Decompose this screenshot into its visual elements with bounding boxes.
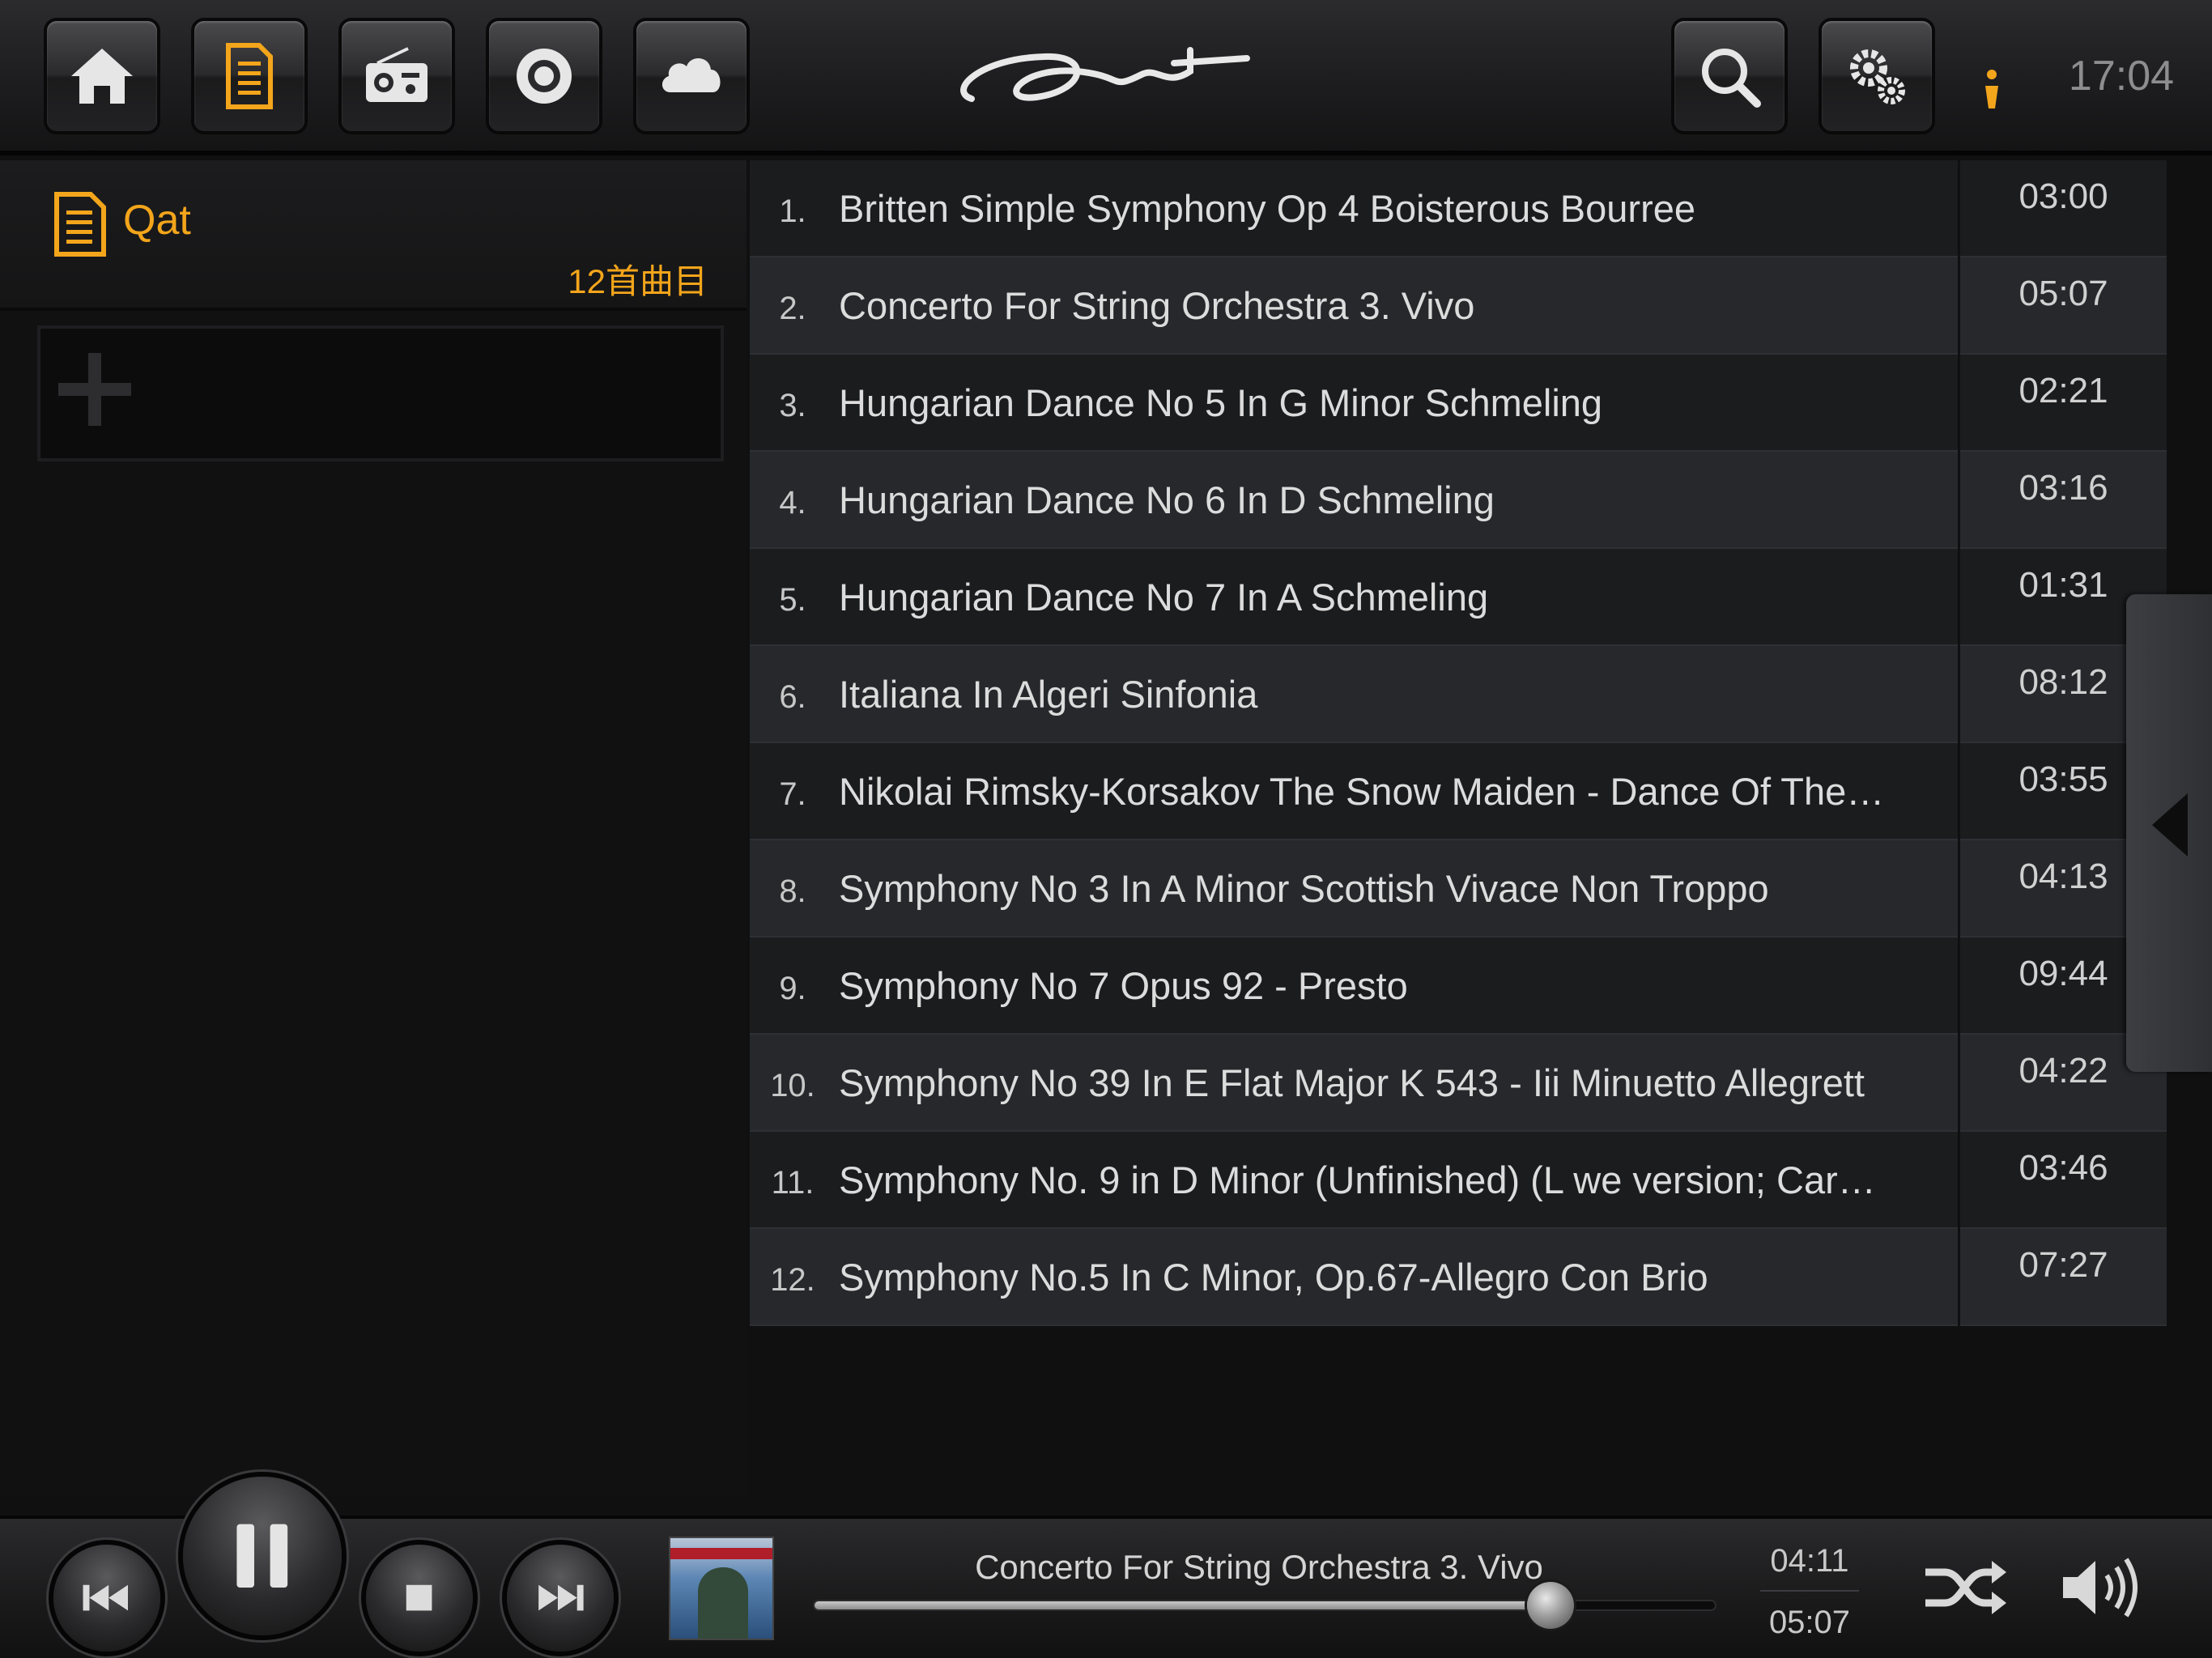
- progress-slider[interactable]: [813, 1582, 1716, 1629]
- track-title: Symphony No.5 In C Minor, Op.67-Allegro …: [839, 1255, 1708, 1299]
- track-title: Concerto For String Orchestra 3. Vivo: [839, 283, 1475, 327]
- track-number: 11.: [771, 1164, 815, 1201]
- previous-button[interactable]: [53, 1545, 160, 1652]
- previous-icon: [83, 1585, 129, 1611]
- clock: 17:04: [2068, 53, 2175, 100]
- nav-cloud-button[interactable]: [636, 21, 747, 131]
- track-title: Symphony No. 9 in D Minor (Unfinished) (…: [839, 1158, 1876, 1201]
- nav-home-button[interactable]: [47, 21, 157, 131]
- album-cover-image[interactable]: [669, 1537, 774, 1640]
- nav-radio-button[interactable]: [342, 21, 452, 131]
- track-number: 12.: [770, 1261, 815, 1298]
- track-title: Hungarian Dance No 6 In D Schmeling: [839, 478, 1495, 521]
- track-row[interactable]: 9. Symphony No 7 Opus 92 - Presto 09:44: [750, 937, 2167, 1035]
- playback-bar: Concerto For String Orchestra 3. Vivo 04…: [0, 1477, 2212, 1658]
- track-number: 8.: [779, 873, 806, 909]
- collapse-left-arrow-icon: [2152, 793, 2188, 857]
- stop-button[interactable]: [366, 1545, 473, 1652]
- track-title: Symphony No 3 In A Minor Scottish Vivace…: [839, 866, 1769, 910]
- track-count: 12首曲目: [568, 262, 708, 300]
- track-row[interactable]: 8. Symphony No 3 In A Minor Scottish Viva…: [750, 840, 2167, 937]
- track-number: 7.: [779, 776, 806, 812]
- signature-logo: [960, 47, 1250, 102]
- shuffle-icon[interactable]: [1921, 1551, 2010, 1624]
- track-duration: 02:21: [2018, 371, 2108, 410]
- track-duration: 03:00: [2018, 176, 2108, 216]
- track-list: 1. Britten Simple Symphony Op 4 Boisterou…: [750, 160, 2167, 1326]
- track-title: Italiana In Algeri Sinfonia: [839, 672, 1258, 716]
- track-title: Symphony No 39 In E Flat Major K 543 - I…: [839, 1061, 1865, 1104]
- track-title: Symphony No 7 Opus 92 - Presto: [839, 963, 1408, 1007]
- settings-button[interactable]: [1822, 21, 1932, 131]
- track-duration: 07:27: [2018, 1245, 2108, 1285]
- track-number: 6.: [779, 678, 806, 715]
- track-number: 3.: [779, 387, 806, 423]
- nav-disc-button[interactable]: [489, 21, 599, 131]
- track-row[interactable]: 2. Concerto For String Orchestra 3. Vivo 0…: [750, 257, 2167, 355]
- track-row[interactable]: 12. Symphony No.5 In C Minor, Op.67-Alleg…: [750, 1229, 2167, 1326]
- pause-button[interactable]: [183, 1477, 342, 1635]
- elapsed-time: 04:11: [1770, 1543, 1849, 1579]
- track-number: 9.: [779, 970, 806, 1006]
- track-number: 10.: [770, 1067, 815, 1103]
- track-row[interactable]: 6. Italiana In Algeri Sinfonia 08:12: [750, 646, 2167, 743]
- playlist-sidebar: Qat 12首曲目: [0, 160, 747, 1496]
- playlist-icon: [226, 43, 273, 109]
- track-row[interactable]: 3. Hungarian Dance No 5 In G Minor Schmel…: [750, 355, 2167, 452]
- plus-icon: [58, 353, 131, 426]
- track-duration: 03:46: [2018, 1148, 2108, 1188]
- track-number: 1.: [779, 193, 806, 229]
- volume-icon[interactable]: [2058, 1551, 2147, 1624]
- top-navigation-bar: 17:04: [0, 0, 2212, 155]
- track-row[interactable]: 5. Hungarian Dance No 7 In A Schmeling 01:…: [750, 549, 2167, 646]
- playlist-icon: [54, 192, 106, 257]
- warning-indicator-icon: [1985, 70, 1998, 108]
- progress-fill: [815, 1601, 1551, 1609]
- track-row[interactable]: 10. Symphony No 39 In E Flat Major K 543 …: [750, 1035, 2167, 1132]
- cloud-icon: [661, 57, 721, 92]
- settings-gears-icon: [1850, 49, 1905, 104]
- search-button[interactable]: [1674, 21, 1784, 131]
- next-icon: [538, 1585, 585, 1611]
- now-playing-title: Concerto For String Orchestra 3. Vivo: [975, 1548, 1543, 1586]
- music-player-app: 17:04 Qat 12首曲目 1. Britten Simple Symphon…: [0, 0, 2212, 1658]
- track-duration: 05:07: [2018, 274, 2108, 313]
- next-button[interactable]: [507, 1545, 614, 1652]
- total-time: 05:07: [1768, 1605, 1851, 1640]
- disc-icon: [517, 49, 572, 104]
- track-title: Britten Simple Symphony Op 4 Boisterous …: [839, 186, 1696, 230]
- nav-playlist-button[interactable]: [194, 21, 304, 131]
- track-row[interactable]: 7. Nikolai Rimsky-Korsakov The Snow Maide…: [750, 743, 2167, 840]
- radio-icon: [366, 47, 428, 102]
- track-title: Nikolai Rimsky-Korsakov The Snow Maiden …: [839, 769, 1885, 813]
- track-row[interactable]: 1. Britten Simple Symphony Op 4 Boisterou…: [750, 160, 2167, 257]
- track-row[interactable]: 11. Symphony No. 9 in D Minor (Unfinished…: [750, 1132, 2167, 1229]
- pause-icon: [236, 1524, 288, 1588]
- track-duration: 03:16: [2018, 468, 2108, 508]
- home-icon: [71, 49, 133, 104]
- track-title: Hungarian Dance No 5 In G Minor Schmelin…: [839, 380, 1603, 424]
- time-divider: [1760, 1590, 1859, 1592]
- track-number: 2.: [779, 290, 806, 326]
- track-number: 4.: [779, 484, 806, 521]
- track-row[interactable]: 4. Hungarian Dance No 6 In D Schmeling 03:…: [750, 452, 2167, 549]
- stop-icon: [406, 1585, 432, 1611]
- playlist-header[interactable]: Qat 12首曲目: [0, 160, 747, 311]
- playlist-name: Qat: [123, 197, 191, 244]
- search-icon: [1702, 49, 1761, 108]
- add-playlist-button[interactable]: [37, 325, 724, 461]
- progress-knob[interactable]: [1527, 1582, 1575, 1629]
- side-panel-tab[interactable]: [2126, 594, 2212, 1072]
- track-number: 5.: [779, 581, 806, 618]
- track-title: Hungarian Dance No 7 In A Schmeling: [839, 575, 1489, 619]
